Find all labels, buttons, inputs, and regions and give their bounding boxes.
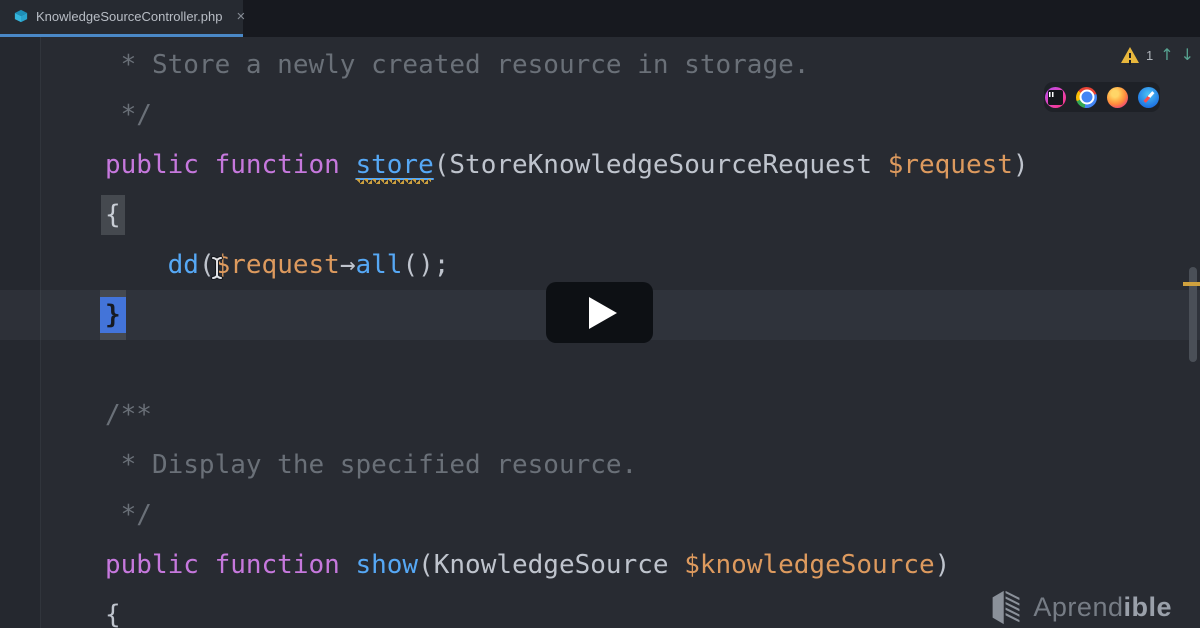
chrome-icon[interactable] <box>1076 86 1097 108</box>
function-name-with-warning: store <box>355 140 434 190</box>
php-class-cube-icon <box>14 9 28 23</box>
phpstorm-icon[interactable] <box>1045 86 1066 108</box>
inspections-widget[interactable]: 1 ↑ ↓ <box>1120 47 1194 63</box>
warning-count: 1 <box>1145 47 1154 63</box>
tab-title: KnowledgeSourceController.php <box>36 8 223 24</box>
text-cursor-icon <box>211 256 223 280</box>
play-triangle-icon <box>588 296 617 329</box>
code-line[interactable]: */ <box>0 90 1200 140</box>
tab-knowledgesourcecontroller[interactable]: KnowledgeSourceController.php × <box>0 0 245 37</box>
warning-triangle-icon <box>1120 47 1139 63</box>
brand-text: Aprendible <box>1033 592 1172 622</box>
code-line[interactable]: */ <box>0 490 1200 540</box>
aprendible-watermark: Aprendible <box>988 589 1172 626</box>
code-line[interactable]: * Store a newly created resource in stor… <box>0 40 1200 90</box>
warning-stripe-mark[interactable] <box>1183 282 1200 286</box>
video-play-button[interactable] <box>546 282 653 343</box>
previous-warning-arrow-icon[interactable]: ↑ <box>1160 47 1173 63</box>
editor-tab-bar: KnowledgeSourceController.php × <box>0 0 1200 37</box>
code-line[interactable]: /** <box>0 390 1200 440</box>
safari-icon[interactable] <box>1138 86 1159 108</box>
code-line[interactable]: * Display the specified resource. <box>0 440 1200 490</box>
code-line[interactable]: public function store(StoreKnowledgeSour… <box>0 140 1200 190</box>
code-line[interactable]: public function show(KnowledgeSource $kn… <box>0 540 1200 590</box>
code-line[interactable]: { <box>0 190 1200 240</box>
app-dock <box>1044 82 1160 112</box>
code-line[interactable] <box>0 340 1200 390</box>
firefox-icon[interactable] <box>1107 86 1128 108</box>
close-icon[interactable]: × <box>234 9 247 24</box>
next-warning-arrow-icon[interactable]: ↓ <box>1181 47 1194 63</box>
video-frame: KnowledgeSourceController.php × * Store … <box>0 0 1200 628</box>
aprendible-book-icon <box>993 590 1020 625</box>
